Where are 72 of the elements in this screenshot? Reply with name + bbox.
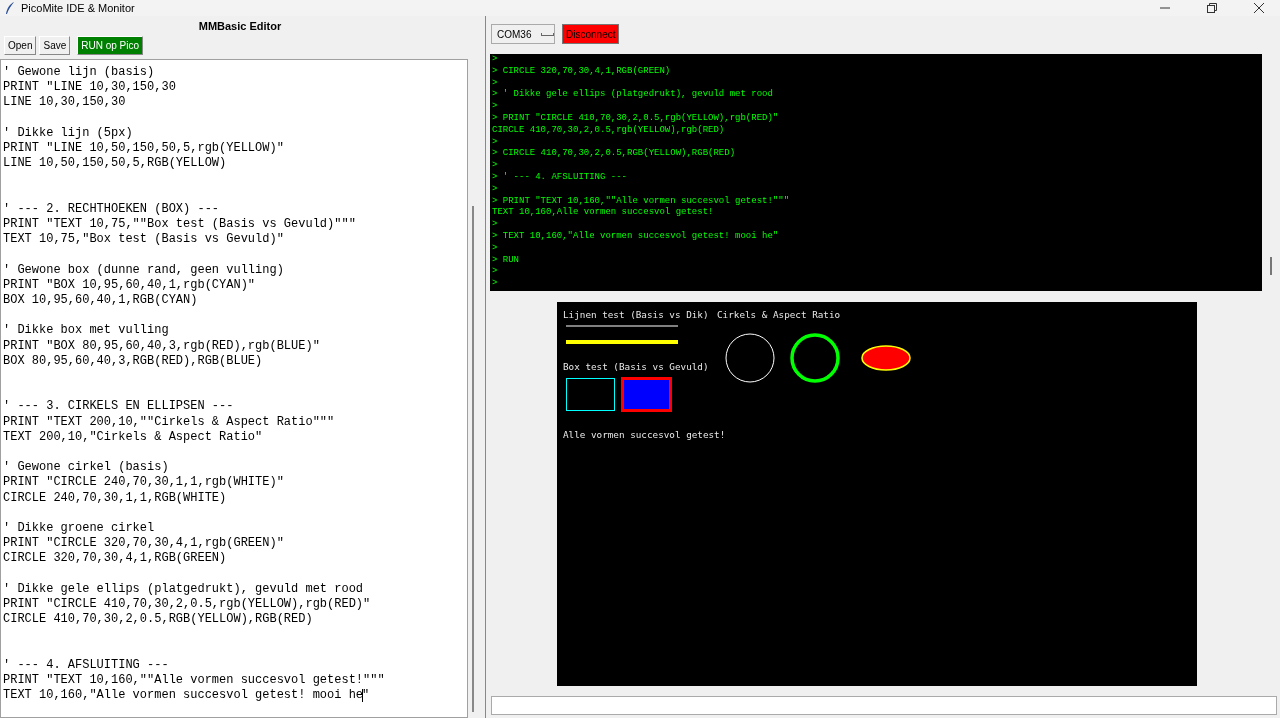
code-line: CIRCLE 240,70,30,1,1,RGB(WHITE) bbox=[3, 490, 227, 506]
code-line: PRINT "BOX 80,95,60,40,3,rgb(RED),rgb(BLUE)" bbox=[3, 338, 320, 354]
console-line: > ' Dikke gele ellips (platgedrukt), gevuld met rood bbox=[492, 88, 773, 101]
code-line: ' --- 4. AFSLUITING --- bbox=[3, 657, 169, 673]
code-line: CIRCLE 410,70,30,2,0.5,RGB(YELLOW),RGB(RED) bbox=[3, 612, 313, 628]
console-line: > PRINT "TEXT 10,160,""Alle vormen succesvol getest!""" bbox=[492, 194, 790, 207]
code-line: PRINT "TEXT 10,160,""Alle vormen succesvol getest!""" bbox=[3, 673, 385, 689]
console-line: > bbox=[492, 159, 498, 171]
feather-icon bbox=[4, 1, 16, 15]
code-line: ' Gewone lijn (basis) bbox=[3, 65, 155, 81]
code-line: ' Gewone box (dunne rand, geen vulling) bbox=[3, 262, 284, 278]
code-line: PRINT "LINE 10,30,150,30 bbox=[3, 80, 176, 96]
code-line: PRINT "TEXT 200,10,""Cirkels & Aspect Ratio""" bbox=[3, 414, 335, 430]
console-line: TEXT 10,160,Alle vormen succesvol getest! bbox=[492, 206, 714, 219]
code-line: BOX 80,95,60,40,3,RGB(RED),RGB(BLUE) bbox=[3, 353, 263, 369]
display-text: Alle vormen succesvol getest! bbox=[562, 429, 725, 440]
outline-box bbox=[565, 378, 615, 411]
close-icon[interactable] bbox=[1254, 3, 1264, 13]
console-line: > RUN bbox=[492, 253, 519, 266]
code-line: ' Dikke box met vulling bbox=[3, 323, 169, 339]
filled-ellipse bbox=[860, 345, 911, 371]
code-line: LINE 10,50,150,50,5,RGB(YELLOW) bbox=[3, 156, 227, 172]
console-line: > PRINT "CIRCLE 410,70,30,2,0.5,rgb(YELLOW),rgb(RED)" bbox=[492, 112, 779, 124]
code-line: TEXT 200,10,"Cirkels & Aspect Ratio" bbox=[3, 429, 263, 445]
disconnect-button[interactable]: Disconnect bbox=[562, 24, 620, 44]
code-line: ' Dikke groene cirkel bbox=[3, 521, 155, 537]
toolbar-button[interactable]: Open bbox=[4, 36, 37, 55]
filled-box bbox=[620, 377, 672, 412]
code-line: ' Gewone cirkel (basis) bbox=[3, 460, 169, 476]
run-button[interactable]: RUN op Pico bbox=[77, 36, 144, 55]
code-line: ' Dikke gele ellips (platgedrukt), gevuld met rood bbox=[3, 581, 364, 597]
console-line: > bbox=[492, 241, 498, 254]
code-line: PRINT "CIRCLE 240,70,30,1,1,rgb(WHITE)" bbox=[3, 475, 284, 491]
console-line: > bbox=[492, 182, 498, 195]
code-editor[interactable] bbox=[0, 59, 468, 718]
code-line: CIRCLE 320,70,30,4,1,RGB(GREEN) bbox=[3, 551, 227, 567]
code-line: PRINT "CIRCLE 320,70,30,4,1,rgb(GREEN)" bbox=[3, 536, 284, 552]
display-text: Cirkels & Aspect Ratio bbox=[716, 309, 840, 320]
window-title: PicoMite IDE & Monitor bbox=[21, 0, 135, 16]
code-line: PRINT "BOX 10,95,60,40,1,rgb(CYAN)" bbox=[3, 277, 256, 293]
editor-title: MMBasic Editor bbox=[197, 19, 283, 34]
console-line: > bbox=[492, 218, 498, 230]
restore-icon[interactable] bbox=[1207, 3, 1217, 13]
toolbar-button[interactable]: Save bbox=[39, 36, 71, 55]
input-field[interactable] bbox=[491, 696, 1277, 715]
thin-circle bbox=[725, 333, 774, 383]
port-dropdown[interactable]: COM36 bbox=[491, 24, 555, 44]
code-line: LINE 10,30,150,30 bbox=[3, 95, 126, 111]
console-line: > CIRCLE 410,70,30,2,0.5,RGB(YELLOW),RGB(RED) bbox=[492, 147, 736, 160]
console-line: > TEXT 10,160,"Alle vormen succesvol getest! mooi he" bbox=[492, 229, 779, 242]
console-line: > bbox=[492, 277, 498, 289]
console-line: > CIRCLE 320,70,30,4,1,RGB(GREEN) bbox=[492, 64, 671, 77]
serial-console[interactable] bbox=[490, 54, 1262, 291]
code-line: ' --- 2. RECHTHOEKEN (BOX) --- bbox=[3, 201, 220, 217]
console-line: > bbox=[492, 100, 498, 112]
code-line: PRINT "CIRCLE 410,70,30,2,0.5,rgb(YELLOW),rgb(RED)" bbox=[3, 597, 371, 613]
console-line: CIRCLE 410,70,30,2,0.5,rgb(YELLOW),rgb(RED) bbox=[492, 123, 725, 136]
thick-circle bbox=[789, 333, 840, 383]
code-line: PRINT "TEXT 10,75,""Box test (Basis vs Gevuld)""" bbox=[3, 217, 356, 233]
console-line: > bbox=[492, 135, 498, 148]
display-text: Box test (Basis vs Gevuld) bbox=[562, 361, 709, 372]
code-line: ' Dikke lijn (5px) bbox=[3, 125, 133, 141]
scrollbar[interactable] bbox=[1270, 257, 1272, 275]
code-line: PRINT "LINE 10,50,150,50,5,rgb(YELLOW)" bbox=[3, 141, 284, 157]
display-text: Lijnen test (Basis vs Dik) bbox=[562, 309, 709, 320]
console-line: > bbox=[492, 76, 498, 89]
code-line: BOX 10,95,60,40,1,RGB(CYAN) bbox=[3, 293, 198, 309]
console-line: > bbox=[492, 265, 498, 278]
code-line: TEXT 10,75,"Box test (Basis vs Gevuld)" bbox=[3, 232, 284, 248]
code-line: ' --- 3. CIRKELS EN ELLIPSEN --- bbox=[3, 399, 234, 415]
console-line: > bbox=[492, 54, 498, 65]
console-line: > ' --- 4. AFSLUITING --- bbox=[492, 170, 628, 183]
